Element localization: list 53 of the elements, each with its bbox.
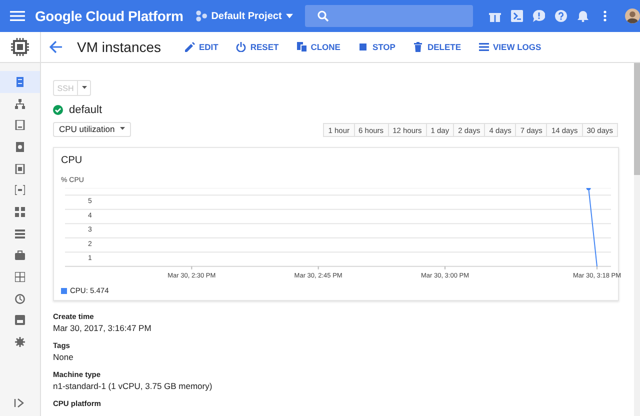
snapshot-icon [15,164,25,174]
caret-icon [120,127,125,131]
search-icon [316,10,329,22]
bell-icon[interactable] [577,10,590,22]
sidebar-item[interactable] [0,71,40,93]
trash-icon [413,42,424,52]
search-field[interactable] [304,5,474,27]
action-button[interactable]: RESET [236,42,279,52]
detail-value: n1-standard-1 (1 vCPU, 3.75 GB memory) [53,381,214,393]
metric-dropdown[interactable]: CPU utilization [53,122,131,136]
settings-icon [15,337,25,348]
power-icon [236,42,246,52]
legend-swatch [61,288,67,294]
list-icon [479,42,489,52]
data-point [586,188,591,190]
avatar[interactable] [625,7,640,25]
back-arrow-icon[interactable] [49,40,63,54]
menu-icon[interactable] [10,9,25,23]
network-icon [15,98,25,109]
instance-icon [15,76,25,87]
chart-title: CPU [61,155,84,168]
bracket-icon [15,185,25,196]
action-button[interactable]: STOP [358,42,396,52]
scrollbar-thumb[interactable] [634,63,640,175]
disk-icon [15,142,25,152]
dots-icon [195,10,208,22]
page-title: VM instances [77,39,162,55]
scrollbar[interactable] [634,63,640,416]
list-icon [15,228,25,239]
action-button[interactable]: DELETE [413,42,461,52]
action-button[interactable]: VIEW LOGS [479,42,542,52]
action-button[interactable]: EDIT [185,42,218,52]
grid-icon [15,206,25,217]
chip-icon [10,37,30,57]
action-button[interactable]: CLONE [296,42,340,52]
project-selector[interactable]: Default Project [195,10,293,22]
briefcase-icon [15,250,25,260]
terminal-icon[interactable] [511,10,524,22]
detail-value: None [53,352,74,364]
help-icon[interactable] [555,10,568,22]
pencil-icon [185,42,195,52]
detail-value: Mar 30, 2017, 3:16:47 PM [53,323,152,335]
template-icon [15,120,25,130]
feedback-icon[interactable] [533,10,546,22]
grid-icon [15,272,25,282]
app-title: Google Cloud Platform [34,8,184,24]
caret-icon [82,86,86,90]
instance-name: default [69,104,102,116]
stop-icon [358,42,368,52]
collapse-icon[interactable] [14,398,24,408]
clock-icon [15,294,25,304]
storage-icon [15,315,25,326]
copy-icon [296,42,307,52]
